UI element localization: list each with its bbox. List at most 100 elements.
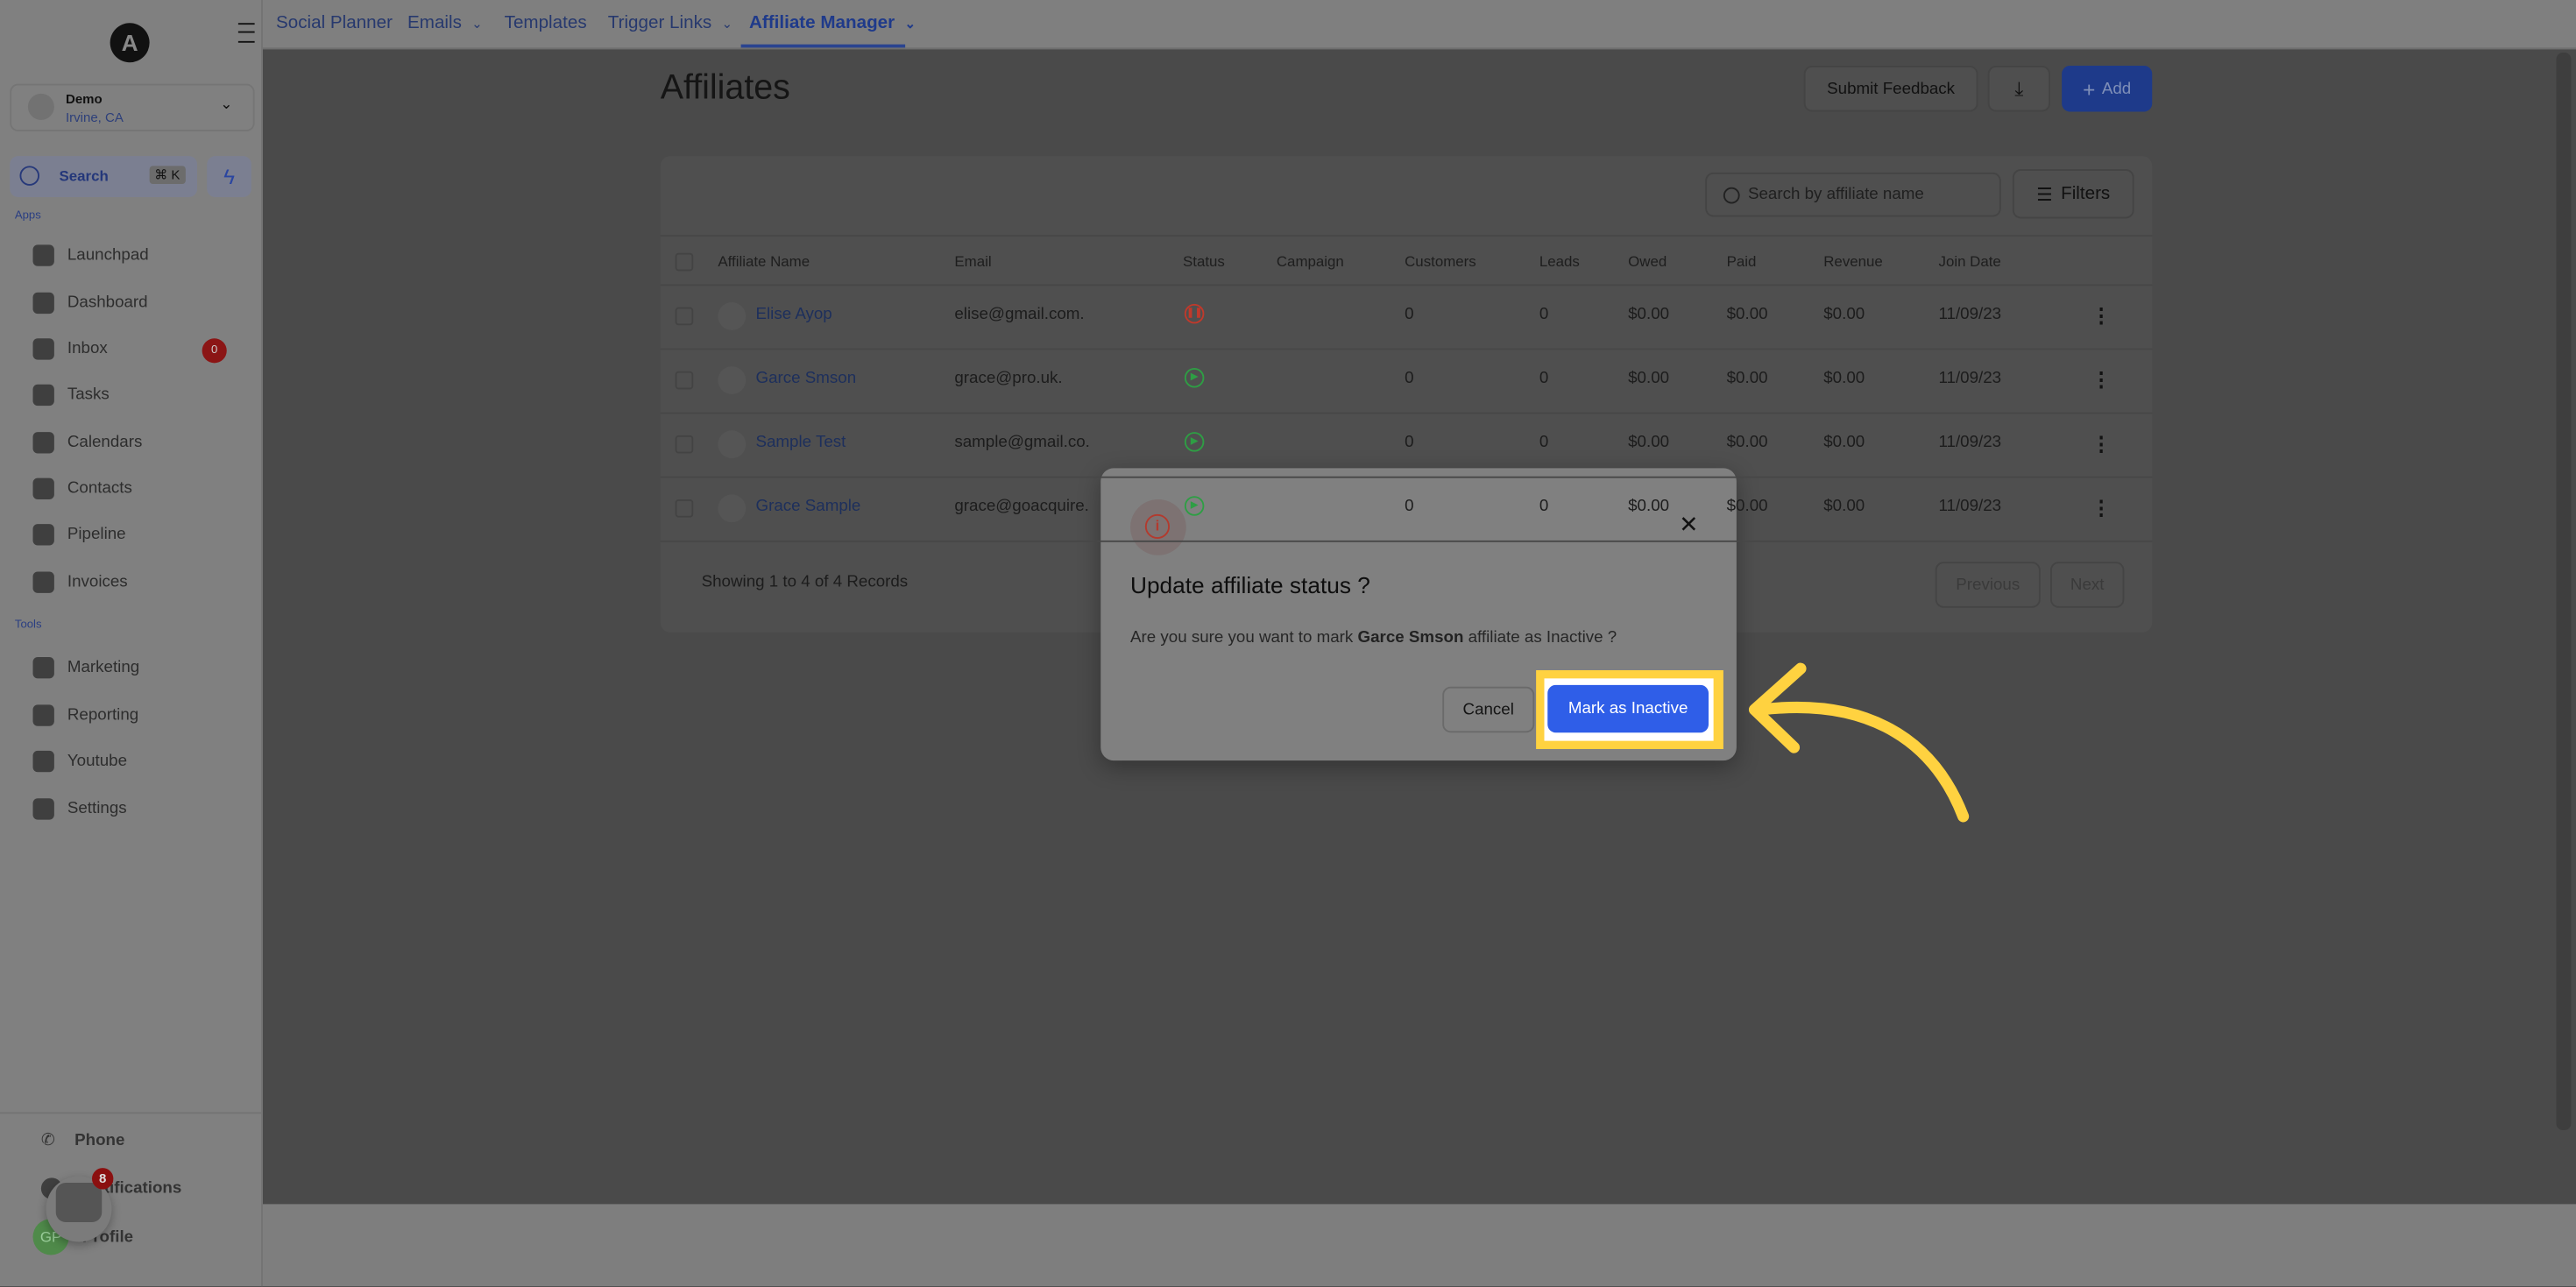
cell-customers: 0 (1405, 434, 1414, 452)
cell-paid: $0.00 (1726, 498, 1768, 516)
cell-revenue: $0.00 (1823, 434, 1865, 452)
cell-join: 11/09/23 (1938, 305, 2002, 324)
sidebar-item-label: Tasks (67, 385, 110, 405)
sidebar-item-label: Marketing (67, 658, 140, 677)
cell-leads: 0 (1539, 434, 1549, 452)
chevron-down-icon: ⌄ (904, 16, 916, 32)
row-divider (660, 412, 2153, 414)
sidebar-item-launchpad[interactable]: Launchpad (32, 244, 149, 266)
divider (0, 1112, 262, 1114)
dashboard-icon (32, 292, 54, 315)
search-affiliate-input[interactable]: Search by affiliate name (1705, 172, 2001, 217)
close-icon[interactable]: ✕ (1679, 511, 1698, 539)
more-actions-icon[interactable]: ⋮ (2091, 368, 2112, 391)
inbox-badge: 0 (202, 338, 227, 364)
status-active-icon[interactable]: ▶ (1184, 432, 1205, 452)
sidebar-item-marketing[interactable]: Marketing (32, 657, 140, 679)
search-label: Search (59, 167, 109, 184)
affiliate-name-link[interactable]: Grace Sample (756, 498, 861, 516)
cell-revenue: $0.00 (1823, 498, 1865, 516)
sidebar-item-youtube[interactable]: Youtube (32, 750, 127, 773)
row-divider (660, 476, 2153, 478)
cell-paid: $0.00 (1726, 434, 1768, 452)
affiliate-name-link[interactable]: Sample Test (756, 434, 846, 452)
column-header: Status (1183, 252, 1225, 270)
chevron-down-icon: ⌄ (721, 16, 733, 32)
sidebar-item-phone[interactable]: ✆ Phone (41, 1132, 125, 1150)
account-name: Demo (66, 92, 103, 107)
tab-label: Trigger Links (607, 13, 712, 33)
column-header: Campaign (1276, 252, 1344, 270)
column-header: Email (954, 252, 992, 270)
chat-widget-button[interactable]: 8 (46, 1168, 114, 1242)
column-header: Leads (1539, 252, 1580, 270)
next-page-button[interactable]: Next (2050, 562, 2125, 608)
affiliate-name-link[interactable]: Elise Ayop (756, 306, 832, 324)
row-checkbox[interactable] (675, 371, 694, 390)
filters-button[interactable]: ☰ Filters (2012, 169, 2134, 219)
row-divider (660, 348, 2153, 350)
tab-emails[interactable]: Emails ⌄ (407, 13, 483, 33)
calendar-icon (32, 432, 54, 454)
arrow-curve (1755, 701, 1970, 823)
quick-action-bolt-icon[interactable]: ϟ (207, 156, 251, 197)
sidebar-item-contacts[interactable]: Contacts (32, 477, 132, 499)
collapse-sidebar-icon[interactable] (237, 23, 255, 43)
cell-owed: $0.00 (1628, 305, 1670, 324)
sidebar-item-invoices[interactable]: Invoices (32, 571, 128, 593)
add-button[interactable]: + Add (2062, 66, 2153, 112)
sidebar-item-inbox[interactable]: Inbox (32, 338, 108, 360)
select-all-checkbox[interactable] (675, 252, 694, 272)
cell-email: sample@gmail.co. (954, 434, 1090, 452)
rocket-icon (32, 244, 54, 266)
sidebar-item-calendars[interactable]: Calendars (32, 432, 142, 454)
status-active-icon[interactable]: ▶ (1184, 496, 1205, 516)
tab-affiliate-manager[interactable]: Affiliate Manager ⌄ (749, 13, 916, 33)
column-header: Customers (1405, 252, 1476, 270)
more-actions-icon[interactable]: ⋮ (2091, 496, 2112, 519)
cell-email: grace@pro.uk. (954, 369, 1063, 388)
sidebar-item-label: Reporting (67, 706, 139, 725)
cell-leads: 0 (1539, 498, 1549, 516)
previous-page-button[interactable]: Previous (1935, 562, 2041, 608)
column-header: Affiliate Name (718, 252, 810, 270)
cell-join: 11/09/23 (1938, 434, 2002, 452)
download-button[interactable]: ⤓ (1987, 66, 2050, 112)
chart-icon (32, 704, 54, 726)
row-checkbox[interactable] (675, 435, 694, 454)
status-paused-icon[interactable]: ❚❚ (1184, 303, 1205, 324)
search-button[interactable]: Search ⌘ K (10, 156, 197, 197)
status-active-icon[interactable]: ▶ (1184, 368, 1205, 388)
divider (660, 235, 2153, 237)
avatar (718, 366, 747, 394)
tab-trigger-links[interactable]: Trigger Links ⌄ (608, 13, 732, 33)
cell-join: 11/09/23 (1938, 369, 2002, 388)
sidebar-item-tasks[interactable]: Tasks (32, 384, 110, 407)
dialog-title: Update affiliate status ? (1130, 571, 1370, 598)
row-checkbox[interactable] (675, 307, 694, 326)
tab-templates[interactable]: Templates (505, 13, 587, 33)
row-divider (660, 284, 2153, 286)
sidebar-item-reporting[interactable]: Reporting (32, 704, 139, 726)
row-checkbox[interactable] (675, 499, 694, 518)
cell-owed: $0.00 (1628, 434, 1670, 452)
scrollbar[interactable] (2556, 53, 2572, 1130)
account-switcher[interactable]: Demo Irvine, CA ⌄ (10, 83, 255, 131)
tab-social-planner[interactable]: Social Planner (276, 13, 393, 33)
sidebar-item-dashboard[interactable]: Dashboard (32, 292, 148, 315)
submit-feedback-button[interactable]: Submit Feedback (1803, 66, 1978, 112)
cell-owed: $0.00 (1628, 498, 1670, 516)
sidebar-item-pipeline[interactable]: Pipeline (32, 524, 126, 546)
row-divider (660, 540, 2153, 542)
more-actions-icon[interactable]: ⋮ (2091, 304, 2112, 327)
column-header: Owed (1628, 252, 1667, 270)
inbox-icon (32, 338, 54, 360)
chat-badge: 8 (92, 1168, 114, 1190)
sidebar-item-settings[interactable]: Settings (32, 798, 127, 820)
affiliate-name-link[interactable]: Garce Smson (756, 370, 857, 388)
mark-as-inactive-button[interactable]: Mark as Inactive (1547, 684, 1709, 733)
tab-label: Social Planner (276, 13, 393, 33)
more-actions-icon[interactable]: ⋮ (2091, 432, 2112, 455)
cell-paid: $0.00 (1726, 305, 1768, 324)
cancel-button[interactable]: Cancel (1442, 686, 1535, 733)
